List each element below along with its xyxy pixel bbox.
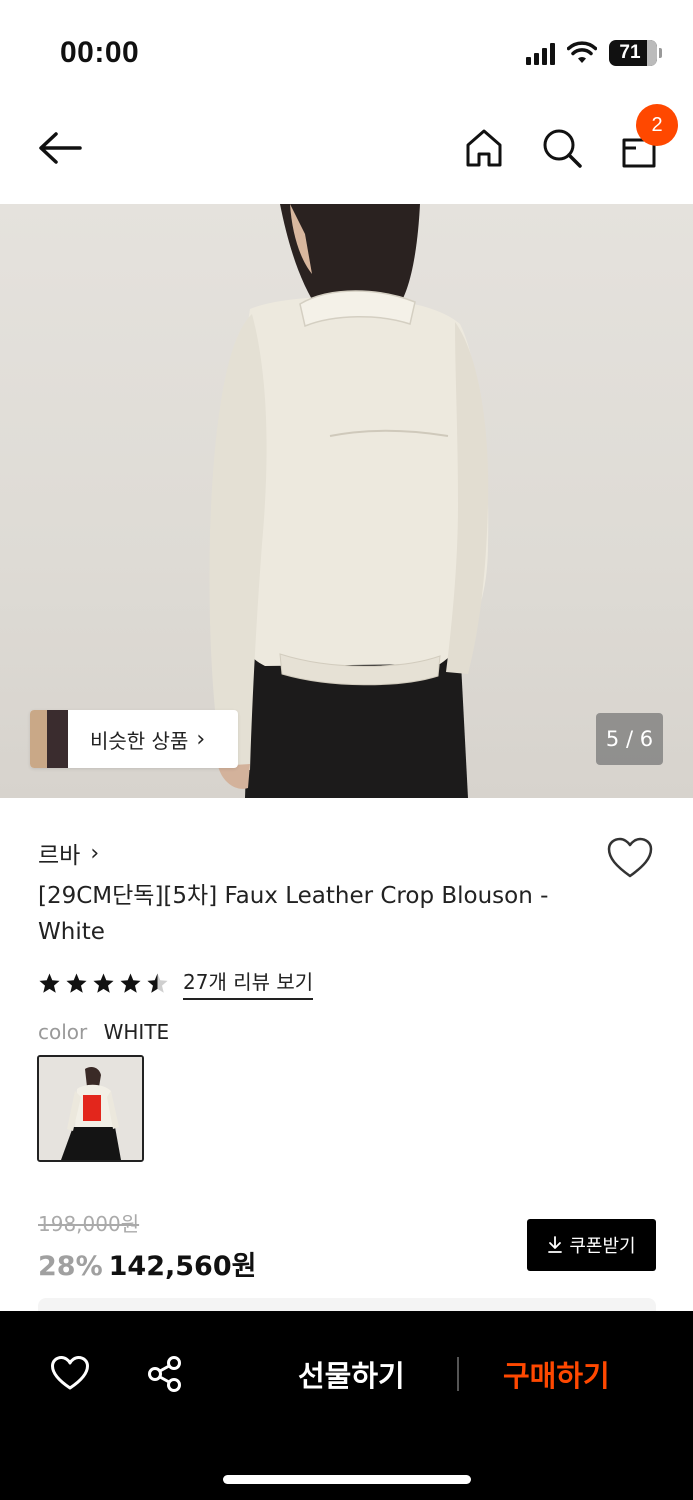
coupon-label: 쿠폰받기 xyxy=(569,1236,636,1257)
similar-products-label: 비슷한 상품 xyxy=(90,728,189,753)
search-icon[interactable] xyxy=(540,126,584,170)
sale-price: 142,560원 xyxy=(108,1251,257,1282)
similar-products-thumbnail xyxy=(30,710,68,768)
status-bar: 00:00 71 xyxy=(0,0,693,100)
battery-icon: 71 xyxy=(609,40,662,66)
product-photo xyxy=(209,204,489,798)
original-price: 198,000원 xyxy=(38,1212,140,1236)
color-thumbnail-image xyxy=(39,1057,142,1160)
color-row: color WHITE xyxy=(38,1020,169,1044)
status-icons: 71 xyxy=(526,40,662,66)
brand-name: 르바 xyxy=(38,843,81,869)
star-icon xyxy=(93,972,114,993)
share-icon[interactable] xyxy=(146,1355,184,1393)
half-star-icon xyxy=(147,972,168,993)
star-icon xyxy=(39,972,60,993)
coupon-button[interactable]: 쿠폰받기 xyxy=(527,1219,656,1271)
cart-count-badge: 2 xyxy=(636,104,678,146)
product-title: [29CM단독][5차] Faux Leather Crop Blouson -… xyxy=(38,883,549,945)
status-time: 00:00 xyxy=(60,36,140,69)
info-section-edge xyxy=(38,1298,656,1312)
bottom-action-bar: 선물하기 구매하기 xyxy=(0,1311,693,1500)
review-link[interactable]: 27개 리뷰 보기 xyxy=(183,966,314,1000)
star-icon xyxy=(120,972,141,993)
wifi-icon xyxy=(567,41,597,63)
star-icon xyxy=(66,972,87,993)
back-arrow-icon[interactable] xyxy=(36,128,84,168)
top-nav: 2 xyxy=(0,100,693,204)
cellular-signal-icon xyxy=(526,41,555,65)
chevron-right-icon: › xyxy=(90,840,100,866)
product-image-gallery[interactable]: 비슷한 상품 › 5 / 6 xyxy=(0,204,693,798)
divider xyxy=(457,1357,459,1391)
buy-button[interactable]: 구매하기 xyxy=(503,1353,610,1395)
battery-level: 71 xyxy=(619,42,641,63)
brand-link[interactable]: 르바 › xyxy=(38,836,99,870)
image-page-indicator: 5 / 6 xyxy=(596,713,663,765)
home-indicator[interactable] xyxy=(223,1475,471,1484)
similar-products-button[interactable]: 비슷한 상품 › xyxy=(30,710,238,768)
download-icon xyxy=(548,1236,563,1253)
like-heart-icon[interactable] xyxy=(50,1355,90,1391)
home-icon[interactable] xyxy=(462,126,506,170)
chevron-right-icon: › xyxy=(196,726,206,752)
color-value: WHITE xyxy=(103,1020,170,1044)
rating-row: 27개 리뷰 보기 xyxy=(38,966,314,1000)
wishlist-heart-icon[interactable] xyxy=(606,836,654,880)
price-row: 28% 142,560원 xyxy=(38,1244,256,1283)
gift-button[interactable]: 선물하기 xyxy=(298,1353,405,1395)
color-option-white[interactable] xyxy=(37,1055,144,1162)
discount-rate: 28% xyxy=(38,1251,103,1282)
color-label: color xyxy=(38,1020,88,1044)
